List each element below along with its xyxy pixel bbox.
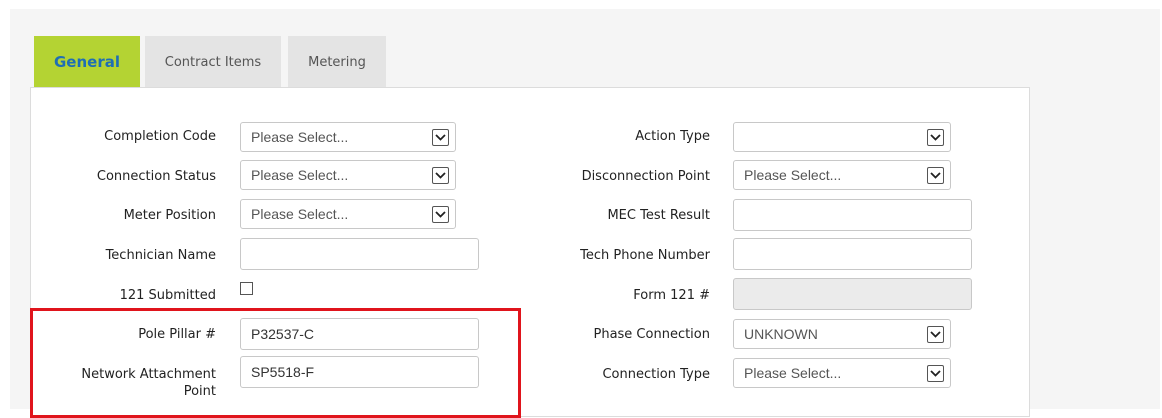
phase-connection-select[interactable]: UNKNOWN	[733, 319, 951, 349]
technician-name-input[interactable]	[240, 238, 479, 270]
pole-pillar-input[interactable]: P32537-C	[240, 318, 479, 350]
action-type-select[interactable]	[733, 122, 951, 152]
chevron-down-icon	[927, 365, 944, 382]
chevron-down-icon	[432, 167, 449, 184]
chevron-down-icon	[927, 167, 944, 184]
form-121-label: Form 121 #	[633, 288, 710, 303]
tab-metering-label: Metering	[308, 54, 366, 70]
chevron-down-icon	[927, 326, 944, 343]
connection-type-select[interactable]: Please Select...	[733, 358, 951, 388]
connection-status-select[interactable]: Please Select...	[240, 160, 456, 190]
form-121-input[interactable]	[733, 278, 972, 310]
network-attachment-point-value: SP5518-F	[251, 364, 315, 380]
submitted-121-label: 121 Submitted	[119, 288, 216, 303]
meter-position-select[interactable]: Please Select...	[240, 199, 456, 229]
chevron-down-icon	[432, 129, 449, 146]
connection-type-label: Connection Type	[602, 367, 710, 382]
pole-pillar-value: P32537-C	[251, 326, 315, 342]
technician-name-label: Technician Name	[105, 248, 216, 263]
completion-code-label: Completion Code	[104, 129, 216, 144]
connection-status-value: Please Select...	[251, 167, 349, 183]
completion-code-select[interactable]: Please Select...	[240, 122, 456, 152]
disconnection-point-value: Please Select...	[744, 167, 842, 183]
network-attachment-point-input[interactable]: SP5518-F	[240, 356, 479, 388]
phase-connection-value: UNKNOWN	[744, 326, 818, 342]
tab-general[interactable]: General	[34, 36, 140, 88]
tab-contract-items-label: Contract Items	[164, 54, 262, 70]
action-type-label: Action Type	[635, 129, 710, 144]
network-attachment-point-label-line1: Network Attachment	[81, 367, 216, 382]
connection-type-value: Please Select...	[744, 365, 842, 381]
pole-pillar-label: Pole Pillar #	[138, 327, 216, 342]
disconnection-point-label: Disconnection Point	[581, 169, 710, 184]
meter-position-label: Meter Position	[123, 208, 216, 223]
mec-test-result-label: MEC Test Result	[607, 208, 710, 223]
completion-code-value: Please Select...	[251, 129, 349, 145]
mec-test-result-input[interactable]	[733, 199, 972, 231]
network-attachment-point-label: Network Attachment Point	[30, 366, 216, 400]
network-attachment-point-label-line2: Point	[183, 384, 216, 399]
chevron-down-icon	[432, 206, 449, 223]
phase-connection-label: Phase Connection	[593, 327, 710, 342]
tech-phone-number-label: Tech Phone Number	[580, 248, 710, 263]
tab-contract-items[interactable]: Contract Items	[145, 36, 281, 88]
tab-general-label: General	[54, 53, 120, 71]
tab-metering[interactable]: Metering	[288, 36, 386, 88]
meter-position-value: Please Select...	[251, 206, 349, 222]
disconnection-point-select[interactable]: Please Select...	[733, 160, 951, 190]
connection-status-label: Connection Status	[96, 169, 216, 184]
tech-phone-number-input[interactable]	[733, 238, 972, 270]
chevron-down-icon	[927, 129, 944, 146]
submitted-121-checkbox[interactable]	[240, 282, 253, 295]
